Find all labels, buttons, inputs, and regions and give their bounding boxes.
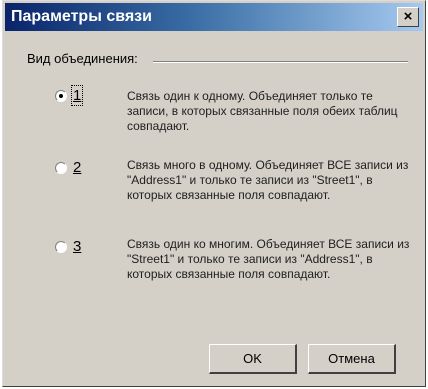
option-number-2[interactable]: 2 (73, 159, 81, 176)
close-icon: × (403, 8, 413, 25)
connection-parameters-dialog: Параметры связи × Вид объединения: 1 Свя… (2, 0, 426, 387)
option-number-1[interactable]: 1 (70, 85, 84, 106)
close-button[interactable]: × (397, 7, 419, 27)
radio-button-1[interactable] (55, 90, 67, 102)
option-description-1: Связь один к одному. Объединяет только т… (127, 89, 398, 133)
option-number-3[interactable]: 3 (73, 238, 81, 255)
option-description-2: Связь много в одному. Объединяет ВСЕ зап… (127, 158, 409, 202)
cancel-button[interactable]: Отмена (308, 344, 396, 374)
radio-button-3[interactable] (55, 241, 67, 253)
title-bar[interactable]: Параметры связи × (5, 3, 423, 31)
group-box-divider (153, 61, 408, 63)
ok-button[interactable]: OK (209, 344, 297, 374)
option-description-3: Связь один ко многим. Объединяет ВСЕ зап… (127, 237, 410, 281)
window-title: Параметры связи (11, 8, 152, 25)
radio-button-2[interactable] (55, 162, 67, 174)
join-type-group-label: Вид объединения: (27, 51, 142, 66)
